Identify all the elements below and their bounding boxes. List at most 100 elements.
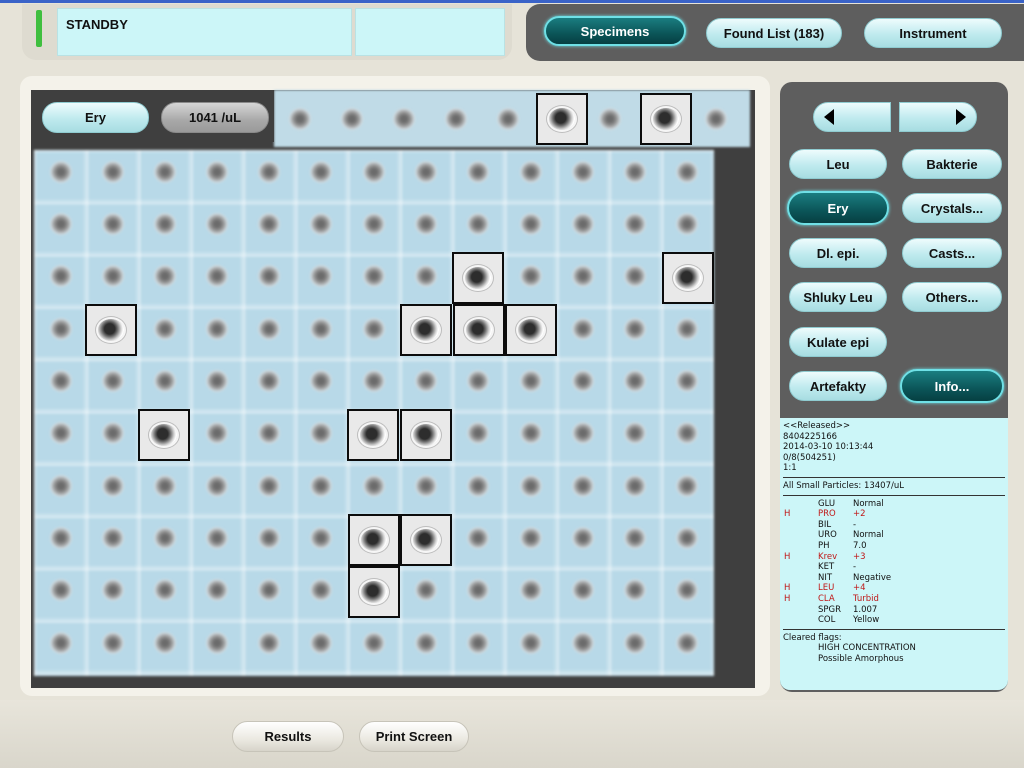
results-button[interactable]: Results: [232, 721, 344, 752]
particle-thumbnail: [467, 527, 489, 549]
particle-thumbnail: [310, 632, 332, 654]
particle-thumbnail: [520, 370, 542, 392]
particle-thumbnail: [624, 527, 646, 549]
next-page-button[interactable]: [899, 102, 977, 132]
category-bakterie[interactable]: Bakterie: [902, 149, 1002, 179]
particle-thumbnail: [415, 370, 437, 392]
category-shluky-leu[interactable]: Shluky Leu: [789, 282, 887, 312]
category-kulate-epi[interactable]: Kulate epi: [789, 327, 887, 357]
particle-thumbnail: [572, 318, 594, 340]
selected-particle-image[interactable]: [347, 409, 399, 461]
particle-thumbnail: [154, 265, 176, 287]
print-screen-button[interactable]: Print Screen: [359, 721, 469, 752]
specimens-tab[interactable]: Specimens: [544, 16, 686, 46]
particle-thumbnail: [572, 213, 594, 235]
particle-thumbnail: [258, 370, 280, 392]
particle-thumbnail: [310, 318, 332, 340]
test-name: SPGR: [818, 604, 842, 615]
particle-thumbnail: [393, 108, 415, 130]
current-category-button[interactable]: Ery: [42, 102, 149, 133]
particle-thumbnail: [415, 579, 437, 601]
particle-thumbnail: [572, 579, 594, 601]
category-ery[interactable]: Ery: [787, 191, 889, 225]
particle-thumbnail: [676, 213, 698, 235]
selected-particle-image[interactable]: [400, 304, 452, 356]
category-crystals[interactable]: Crystals...: [902, 193, 1002, 223]
erythrocyte-image: [413, 424, 439, 446]
particle-thumbnail: [705, 108, 727, 130]
selected-particle-image[interactable]: [453, 304, 505, 356]
selected-particle-image[interactable]: [400, 409, 452, 461]
urinalysis-row: KET -: [783, 562, 1005, 573]
urinalysis-row: H CLA Turbid: [783, 594, 1005, 605]
abnormal-flag: H: [784, 551, 791, 562]
test-value: +4: [853, 583, 866, 594]
selected-particle-image[interactable]: [400, 514, 452, 566]
status-display: STANDBY: [57, 8, 352, 56]
selected-particle-image[interactable]: [85, 304, 137, 356]
selected-particle-image[interactable]: [505, 304, 557, 356]
particle-thumbnail: [50, 370, 72, 392]
found-list-tab[interactable]: Found List (183): [706, 18, 842, 48]
cleared-flag: HIGH CONCENTRATION: [818, 643, 916, 654]
test-value: Normal: [853, 498, 884, 509]
particle-thumbnail: [102, 161, 124, 183]
particle-thumbnail: [624, 422, 646, 444]
test-value: Negative: [853, 572, 892, 583]
arrow-left-icon: [824, 109, 834, 125]
category-leu[interactable]: Leu: [789, 149, 887, 179]
category-dl-epi[interactable]: Dl. epi.: [789, 238, 887, 268]
category-others[interactable]: Others...: [902, 282, 1002, 312]
particle-thumbnail: [415, 213, 437, 235]
particle-thumbnail: [258, 213, 280, 235]
rack-position: 0/8(504251): [783, 452, 836, 463]
category-casts[interactable]: Casts...: [902, 238, 1002, 268]
status-display-secondary: [355, 8, 505, 56]
particle-thumbnail: [258, 265, 280, 287]
particle-thumbnail: [415, 632, 437, 654]
arrow-right-icon: [956, 109, 966, 125]
particle-thumbnail: [102, 213, 124, 235]
particle-thumbnail: [206, 161, 228, 183]
previous-page-button[interactable]: [813, 102, 891, 132]
particle-thumbnail: [102, 475, 124, 497]
selected-particle-image[interactable]: [662, 252, 714, 304]
selected-particle-image[interactable]: [348, 566, 400, 618]
cleared-flags-label: Cleared flags:: [783, 632, 842, 643]
selected-particle-image[interactable]: [138, 409, 190, 461]
erythrocyte-image: [653, 108, 679, 130]
particle-thumbnail: [310, 370, 332, 392]
urinalysis-row: NIT Negative: [783, 573, 1005, 584]
selected-particle-image[interactable]: [348, 514, 400, 566]
divider: [783, 476, 1005, 478]
selected-particle-image[interactable]: [452, 252, 504, 304]
particle-thumbnail: [258, 527, 280, 549]
particle-thumbnail: [624, 370, 646, 392]
urinalysis-row: BIL -: [783, 520, 1005, 531]
urinalysis-row: H LEU +4: [783, 583, 1005, 594]
particle-thumbnail: [676, 370, 698, 392]
cleared-flag: Possible Amorphous: [818, 653, 904, 664]
test-name: CLA: [818, 593, 835, 604]
category-artefakty[interactable]: Artefakty: [789, 371, 887, 401]
test-value: 1.007: [853, 604, 878, 615]
test-name: NIT: [818, 572, 833, 583]
urinalysis-row: H PRO +2: [783, 509, 1005, 520]
info-button[interactable]: Info...: [900, 369, 1004, 403]
particle-thumbnail: [50, 161, 72, 183]
instrument-tab[interactable]: Instrument: [864, 18, 1002, 48]
particle-thumbnail: [50, 579, 72, 601]
selected-particle-image[interactable]: [536, 93, 588, 145]
particle-thumbnail: [102, 579, 124, 601]
selected-particle-image[interactable]: [640, 93, 692, 145]
particle-thumbnail: [154, 213, 176, 235]
particle-thumbnail: [572, 422, 594, 444]
particle-thumbnail: [676, 579, 698, 601]
particle-thumbnail: [206, 579, 228, 601]
divider: [783, 628, 1005, 630]
particle-thumbnail: [289, 108, 311, 130]
particle-thumbnail: [415, 161, 437, 183]
particle-thumbnail: [572, 161, 594, 183]
particle-thumbnail: [467, 579, 489, 601]
small-particles: All Small Particles: 13407/uL: [783, 480, 904, 491]
